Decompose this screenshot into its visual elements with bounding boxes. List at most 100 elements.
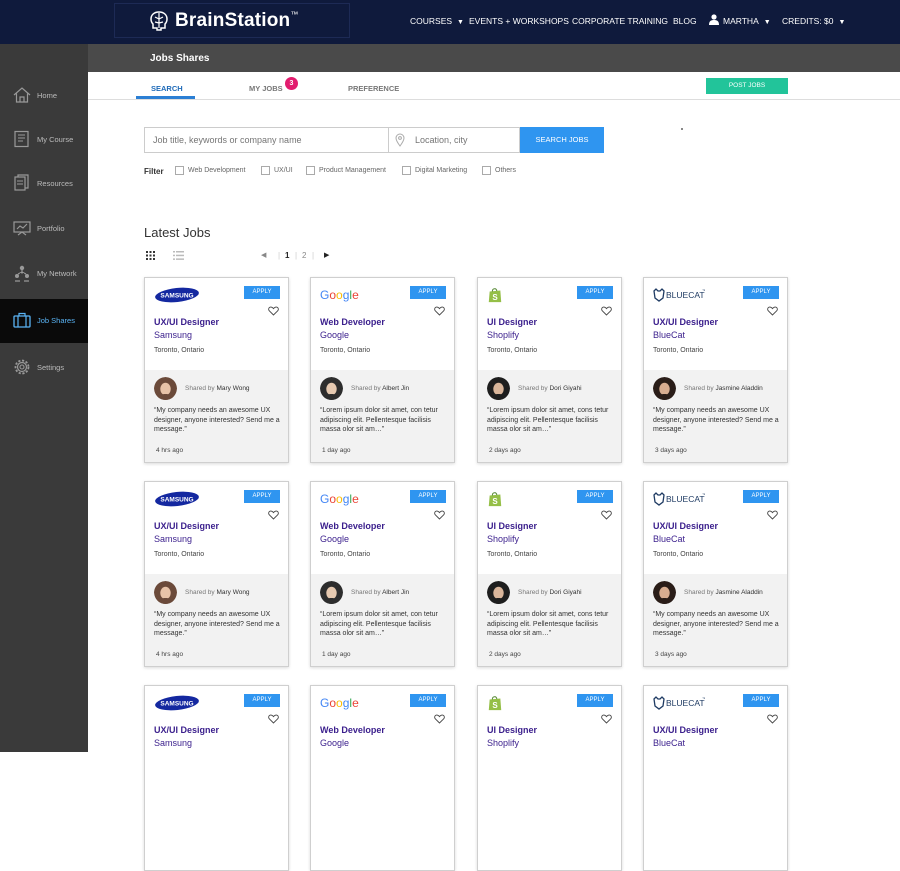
apply-button[interactable]: APPLY xyxy=(743,286,779,299)
filter-checkbox-ux-ui[interactable] xyxy=(261,166,270,175)
nav-credits[interactable]: CREDITS: $0 ▼ xyxy=(782,16,845,26)
job-title[interactable]: UI Designer xyxy=(487,521,537,531)
apply-button[interactable]: APPLY xyxy=(410,694,446,707)
heart-icon[interactable] xyxy=(767,306,778,316)
company-name[interactable]: BlueCat xyxy=(653,738,685,748)
tab-my-jobs[interactable]: MY JOBS xyxy=(249,84,283,93)
job-title[interactable]: UI Designer xyxy=(487,317,537,327)
heart-icon[interactable] xyxy=(434,714,445,724)
company-name[interactable]: Samsung xyxy=(154,534,192,544)
job-title[interactable]: Web Developer xyxy=(320,317,385,327)
sidebar-item-job-shares[interactable]: Job Shares xyxy=(0,299,88,343)
job-card[interactable]: BLUECAT™ APPLY UX/UI Designer BlueCat To… xyxy=(643,481,788,667)
search-jobs-button[interactable]: SEARCH JOBS xyxy=(520,127,604,153)
apply-button[interactable]: APPLY xyxy=(244,490,280,503)
apply-button[interactable]: APPLY xyxy=(244,694,280,707)
company-name[interactable]: BlueCat xyxy=(653,534,685,544)
job-location: Toronto, Ontario xyxy=(487,347,538,354)
filter-checkbox-digital-marketing[interactable] xyxy=(402,166,411,175)
company-name[interactable]: Samsung xyxy=(154,330,192,340)
job-card[interactable]: BLUECAT™ APPLY UX/UI Designer BlueCat xyxy=(643,685,788,871)
sidebar-item-settings[interactable]: Settings xyxy=(0,346,88,390)
pager-page-1[interactable]: 1 xyxy=(285,251,289,260)
heart-icon[interactable] xyxy=(268,714,279,724)
job-keyword-search-input[interactable] xyxy=(144,127,388,153)
nav-events-workshops[interactable]: EVENTS + WORKSHOPS xyxy=(469,16,569,26)
pager-next-icon[interactable]: ▶ xyxy=(324,251,329,259)
apply-button[interactable]: APPLY xyxy=(410,490,446,503)
apply-button[interactable]: APPLY xyxy=(410,286,446,299)
sidebar-item-home[interactable]: Home xyxy=(0,74,88,118)
company-name[interactable]: Google xyxy=(320,330,349,340)
job-title[interactable]: UX/UI Designer xyxy=(653,725,718,735)
tab-search[interactable]: SEARCH xyxy=(151,84,183,93)
nav-user-menu[interactable]: MARTHA ▼ xyxy=(723,16,771,26)
job-title[interactable]: UX/UI Designer xyxy=(154,317,219,327)
company-name[interactable]: Google xyxy=(320,738,349,748)
job-title[interactable]: UX/UI Designer xyxy=(653,521,718,531)
sidebar-item-portfolio[interactable]: Portfolio xyxy=(0,207,88,251)
logo-text: BrainStation™ xyxy=(175,10,299,31)
job-card[interactable]: SAMSUNG APPLY UX/UI Designer Samsung Tor… xyxy=(144,481,289,667)
apply-button[interactable]: APPLY xyxy=(743,694,779,707)
sidebar-item-my-course[interactable]: My Course xyxy=(0,118,88,162)
company-name[interactable]: Samsung xyxy=(154,738,192,748)
job-title[interactable]: Web Developer xyxy=(320,725,385,735)
heart-icon[interactable] xyxy=(601,510,612,520)
post-jobs-button[interactable]: POST JOBS xyxy=(706,78,788,94)
nav-corporate-training[interactable]: CORPORATE TRAINING xyxy=(572,16,668,26)
job-title[interactable]: UI Designer xyxy=(487,725,537,735)
filter-checkbox-others[interactable] xyxy=(482,166,491,175)
nav-blog[interactable]: BLOG xyxy=(673,16,697,26)
job-title[interactable]: UX/UI Designer xyxy=(154,521,219,531)
apply-button[interactable]: APPLY xyxy=(577,694,613,707)
job-card[interactable]: SAMSUNG APPLY UX/UI Designer Samsung xyxy=(144,685,289,871)
list-view-icon[interactable] xyxy=(173,251,184,260)
tab-preference[interactable]: PREFERENCE xyxy=(348,84,399,93)
heart-icon[interactable] xyxy=(434,510,445,520)
filter-checkbox-product-management[interactable] xyxy=(306,166,315,175)
heart-icon[interactable] xyxy=(767,510,778,520)
heart-icon[interactable] xyxy=(601,306,612,316)
job-card[interactable]: S APPLY UI Designer Shoplify Toronto, On… xyxy=(477,481,622,667)
job-title[interactable]: UX/UI Designer xyxy=(154,725,219,735)
job-card[interactable]: BLUECAT™ APPLY UX/UI Designer BlueCat To… xyxy=(643,277,788,463)
heart-icon[interactable] xyxy=(767,714,778,724)
heart-icon[interactable] xyxy=(434,306,445,316)
heart-icon[interactable] xyxy=(601,714,612,724)
sidebar-item-my-network[interactable]: My Network xyxy=(0,252,88,296)
pager-page-2[interactable]: 2 xyxy=(302,251,306,260)
filter-checkbox-web-development[interactable] xyxy=(175,166,184,175)
pager-prev-icon[interactable]: ◀ xyxy=(261,251,266,259)
posted-time: 1 day ago xyxy=(322,651,351,658)
job-title[interactable]: Web Developer xyxy=(320,521,385,531)
nav-courses[interactable]: COURSES ▼ xyxy=(410,16,464,26)
job-card[interactable]: Google APPLY Web Developer Google Toront… xyxy=(310,277,455,463)
company-name[interactable]: Google xyxy=(320,534,349,544)
location-search-input[interactable] xyxy=(388,127,520,153)
bluecat-logo-tm: ™ xyxy=(702,492,705,497)
shopify-bag-logo: S xyxy=(488,696,502,711)
company-name[interactable]: Shoplify xyxy=(487,738,519,748)
sidebar-item-resources[interactable]: Resources xyxy=(0,162,88,206)
google-logo-text: Google xyxy=(320,288,359,302)
job-card[interactable]: Google APPLY Web Developer Google xyxy=(310,685,455,871)
job-card[interactable]: S APPLY UI Designer Shoplify xyxy=(477,685,622,871)
posted-time: 4 hrs ago xyxy=(156,651,184,658)
job-card[interactable]: SAMSUNG APPLY UX/UI Designer Samsung Tor… xyxy=(144,277,289,463)
job-card[interactable]: S APPLY UI Designer Shoplify Toronto, On… xyxy=(477,277,622,463)
heart-icon[interactable] xyxy=(268,306,279,316)
apply-button[interactable]: APPLY xyxy=(577,286,613,299)
network-icon xyxy=(15,265,29,282)
my-jobs-count-badge: 3 xyxy=(285,77,298,90)
grid-view-icon[interactable] xyxy=(146,251,155,260)
company-name[interactable]: Shoplify xyxy=(487,330,519,340)
apply-button[interactable]: APPLY xyxy=(577,490,613,503)
company-name[interactable]: Shoplify xyxy=(487,534,519,544)
job-title[interactable]: UX/UI Designer xyxy=(653,317,718,327)
apply-button[interactable]: APPLY xyxy=(244,286,280,299)
company-name[interactable]: BlueCat xyxy=(653,330,685,340)
heart-icon[interactable] xyxy=(268,510,279,520)
job-card[interactable]: Google APPLY Web Developer Google Toront… xyxy=(310,481,455,667)
apply-button[interactable]: APPLY xyxy=(743,490,779,503)
